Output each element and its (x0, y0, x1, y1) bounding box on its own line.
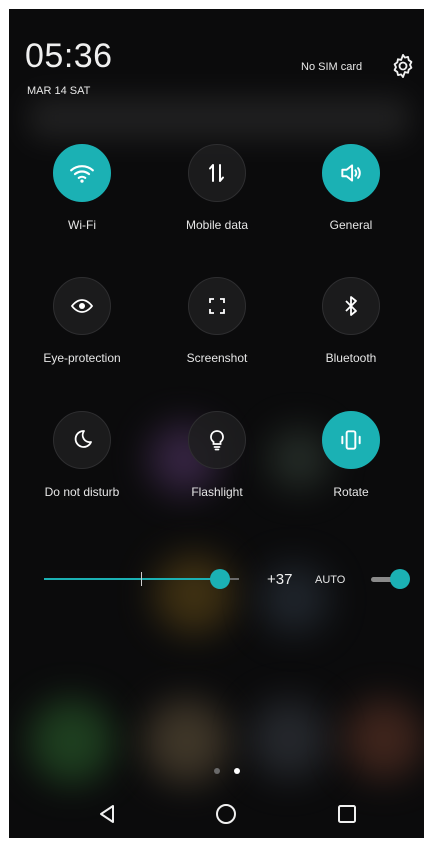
toggle-label: Eye-protection (43, 351, 121, 365)
toggle-sound-mode[interactable]: General (301, 144, 401, 232)
toggle-label: General (329, 218, 373, 232)
brightness-value: +37 (267, 571, 293, 588)
toggle-do-not-disturb[interactable]: Do not disturb (32, 411, 132, 499)
quick-settings-shade: 05:36 MAR 14 SAT No SIM card Wi-Fi Mobil… (9, 9, 424, 838)
toggle-mobile-data[interactable]: Mobile data (167, 144, 267, 232)
toggle-bluetooth[interactable]: Bluetooth (301, 277, 401, 365)
blurred-app-icon (344, 699, 424, 779)
blurred-app-icon (29, 699, 114, 784)
toggle-label: Do not disturb (44, 485, 120, 499)
bluetooth-icon[interactable] (322, 277, 380, 335)
toggle-eye-protection[interactable]: Eye-protection (32, 277, 132, 365)
date: MAR 14 SAT (27, 85, 91, 97)
toggle-screenshot[interactable]: Screenshot (167, 277, 267, 365)
moon-icon[interactable] (53, 411, 111, 469)
toggle-label: Bluetooth (325, 351, 377, 365)
toggle-flashlight[interactable]: Flashlight (167, 411, 267, 499)
page-dot-active[interactable] (234, 768, 240, 774)
screenshot-icon[interactable] (188, 277, 246, 335)
page-dot[interactable] (214, 768, 220, 774)
sim-status: No SIM card (301, 61, 363, 73)
bulb-icon[interactable] (188, 411, 246, 469)
auto-brightness-label: AUTO (315, 574, 346, 586)
brightness-slider-tick (141, 572, 142, 586)
brightness-slider-fill (44, 578, 220, 580)
toggle-rotate[interactable]: Rotate (301, 411, 401, 499)
wifi-icon[interactable] (53, 144, 111, 202)
auto-brightness-switch-thumb[interactable] (390, 569, 410, 589)
toggle-label: Mobile data (185, 218, 249, 232)
rotate-icon[interactable] (322, 411, 380, 469)
back-icon[interactable] (87, 797, 127, 831)
sound-icon[interactable] (322, 144, 380, 202)
toggle-label: Flashlight (191, 485, 243, 499)
home-icon[interactable] (206, 797, 246, 831)
settings-gear-icon[interactable] (389, 52, 417, 80)
blurred-app-icon (249, 699, 329, 779)
eye-icon[interactable] (53, 277, 111, 335)
blurred-app-icon (154, 554, 234, 634)
toggle-label: Rotate (333, 485, 369, 499)
mobile-data-icon[interactable] (188, 144, 246, 202)
toggle-label: Screenshot (186, 351, 248, 365)
clock: 05:36 (25, 37, 113, 75)
recents-icon[interactable] (327, 797, 367, 831)
toggle-label: Wi-Fi (68, 218, 96, 232)
blurred-notification-bar (29, 97, 409, 139)
toggle-wifi[interactable]: Wi-Fi (32, 144, 132, 232)
brightness-slider-handle[interactable] (209, 569, 230, 589)
navigation-bar (9, 791, 424, 838)
